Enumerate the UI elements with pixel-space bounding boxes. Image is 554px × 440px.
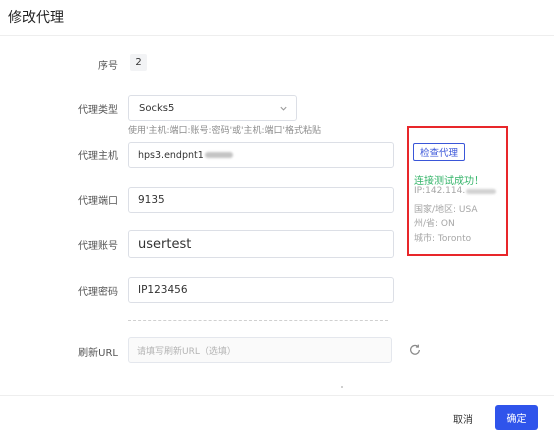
dialog-title: 修改代理 (8, 10, 64, 26)
password-label: 代理密码 (78, 287, 118, 298)
redacted-mask (466, 188, 497, 194)
proxy-type-select[interactable]: Socks5 (128, 95, 297, 121)
proxy-type-value: Socks5 (139, 102, 175, 114)
host-label: 代理主机 (78, 151, 118, 162)
redacted-mask (204, 152, 233, 158)
serial-label: 序号 (98, 61, 118, 72)
port-value: 9135 (138, 194, 165, 206)
footer-divider (0, 395, 554, 396)
check-proxy-button[interactable]: 检查代理 (413, 143, 465, 161)
refresh-url-placeholder: 请填写刷新URL（选填） (137, 346, 236, 357)
password-value: IP123456 (138, 284, 188, 296)
decorative-dot (341, 386, 343, 388)
password-input[interactable]: IP123456 (128, 277, 394, 303)
cancel-button[interactable]: 取消 (446, 408, 480, 428)
result-ip-text: IP:142.114. (414, 186, 466, 196)
confirm-button[interactable]: 确定 (495, 405, 538, 430)
account-input[interactable]: usertest (128, 230, 394, 258)
proxy-format-hint: 使用'主机:端口:账号:密码'或'主机:端口'格式粘贴 (128, 126, 322, 136)
host-input[interactable]: hps3.endpnt1 (128, 142, 394, 168)
result-city: 城市: Toronto (414, 234, 472, 244)
refresh-url-label: 刷新URL (78, 348, 118, 359)
port-input[interactable]: 9135 (128, 187, 394, 213)
title-divider (0, 35, 554, 36)
chevron-down-icon (280, 106, 287, 111)
host-value: hps3.endpnt1 (138, 149, 204, 161)
refresh-icon[interactable] (408, 343, 422, 357)
account-label: 代理账号 (78, 241, 118, 252)
refresh-url-input[interactable]: 请填写刷新URL（选填） (128, 337, 392, 363)
account-value: usertest (138, 236, 192, 252)
section-divider (128, 320, 388, 321)
port-label: 代理端口 (78, 196, 118, 207)
result-province: 州/省: ON (414, 219, 455, 229)
result-country: 国家/地区: USA (414, 205, 478, 215)
result-ip: IP:142.114. (414, 186, 497, 196)
connection-success-text: 连接测试成功！ (414, 176, 484, 187)
serial-value: 2 (130, 54, 147, 71)
proxy-type-label: 代理类型 (78, 105, 118, 116)
